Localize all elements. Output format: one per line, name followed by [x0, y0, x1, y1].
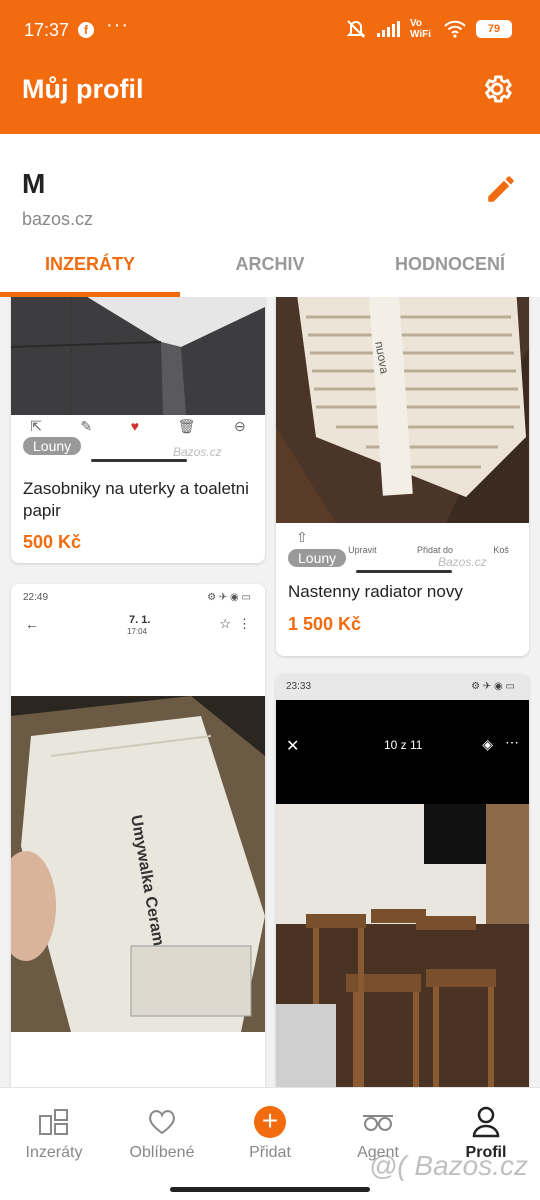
- screenshot-navbar: [91, 459, 187, 462]
- star-icon: ☆: [219, 616, 231, 631]
- bottom-navigation: Inzeráty Oblíbené + Přidat Agent Profil: [0, 1087, 540, 1200]
- photo-time: 22:49: [23, 592, 49, 603]
- nav-oblibene[interactable]: Oblíbené: [108, 1106, 216, 1162]
- listing-photo-screenshot[interactable]: 22:49 ⚙ ✈ ◉ ▭ ← 7. 1. 17:04 ☆ ⋮: [11, 584, 265, 696]
- nav-pridat[interactable]: + Přidat: [216, 1106, 324, 1162]
- photo-watermark: Bazos.cz: [173, 445, 222, 459]
- person-icon: [472, 1106, 500, 1138]
- listing-card[interactable]: ⇱ ✎ ♥ 🗑 ⊖ Louny Bazos.cz Zasobniky na ut…: [11, 297, 265, 563]
- location-badge: Louny: [288, 549, 347, 567]
- listing-title: Zasobniky na uterky a toaletni papir: [23, 479, 249, 520]
- gear-icon[interactable]: [480, 72, 514, 106]
- photo-counter: 10 z 11: [384, 738, 423, 752]
- page-title: Můj profil: [22, 74, 144, 104]
- mute-icon: [346, 20, 366, 38]
- status-bar: 17:37 f ··· Vo WiFi 79: [0, 0, 540, 62]
- nav-inzeraty[interactable]: Inzeráty: [0, 1106, 108, 1162]
- listing-photo[interactable]: [11, 297, 265, 415]
- wifi-icon: [444, 20, 466, 38]
- nav-label: Oblíbené: [129, 1144, 195, 1161]
- profile-site: bazos.cz: [22, 209, 94, 229]
- listing-grid: ⇱ ✎ ♥ 🗑 ⊖ Louny Bazos.cz Zasobniky na ut…: [0, 297, 540, 1087]
- edit-icon[interactable]: ✎: [81, 418, 93, 435]
- glasses-icon: [363, 1115, 393, 1131]
- listing-card[interactable]: 22:49 ⚙ ✈ ◉ ▭ ← 7. 1. 17:04 ☆ ⋮ Umywalka…: [11, 584, 265, 1087]
- share-icon[interactable]: ⇱: [30, 418, 42, 435]
- heart-icon[interactable]: ♥: [131, 418, 139, 434]
- status-icons: Vo WiFi 79: [345, 18, 512, 40]
- pencil-icon[interactable]: [484, 172, 518, 206]
- trash-button-label[interactable]: Koš: [493, 529, 509, 555]
- photo-time: 23:33: [286, 681, 312, 692]
- grid-icon: [39, 1109, 68, 1135]
- battery-indicator: 79: [476, 20, 512, 38]
- edit-button-label[interactable]: Upravit: [348, 529, 377, 555]
- site-watermark: @( Bazos.cz: [368, 1150, 528, 1181]
- listing-photo[interactable]: Umywalka Ceramiczna: [11, 696, 265, 1032]
- close-icon: ✕: [286, 738, 300, 755]
- listing-price: 1 500 Kč: [288, 614, 362, 634]
- home-indicator[interactable]: [170, 1187, 370, 1192]
- photo-status-icons: ⚙ ✈ ◉ ▭: [471, 681, 515, 692]
- remove-icon[interactable]: ⊖: [234, 418, 246, 435]
- photo-watermark: Bazos.cz: [438, 555, 487, 569]
- listing-photo[interactable]: nuova: [276, 297, 529, 523]
- listing-title: Nastenny radiator novy: [288, 582, 463, 601]
- tab-bar: INZERÁTY ARCHIV HODNOCENÍ: [0, 242, 540, 297]
- facebook-icon: f: [78, 22, 94, 38]
- photo-date: 7. 1.: [129, 614, 151, 626]
- plus-icon: +: [254, 1106, 286, 1138]
- vowifi-label: Vo WiFi: [410, 18, 432, 40]
- app-header: 17:37 f ··· Vo WiFi 79 Můj profil: [0, 0, 540, 134]
- more-icon: ⋯: [505, 734, 519, 750]
- screenshot-navbar: [356, 570, 452, 573]
- add-to-button-label[interactable]: Přidat do: [417, 529, 453, 555]
- more-icon: ⋮: [238, 616, 251, 631]
- tab-archiv[interactable]: ARCHIV: [180, 254, 360, 275]
- back-arrow-icon: ←: [25, 616, 39, 632]
- nav-label: Inzeráty: [25, 1144, 83, 1161]
- tag-icon: ◈: [482, 736, 493, 752]
- listing-price: 500 Kč: [23, 532, 82, 552]
- profile-name: M: [22, 168, 46, 199]
- location-badge: Louny: [23, 437, 82, 455]
- heart-icon: [149, 1110, 175, 1135]
- trash-icon[interactable]: 🗑: [178, 418, 196, 435]
- listing-photo[interactable]: [276, 804, 529, 1087]
- photo-viewer-header: ✕ 10 z 11 ◈ ⋯: [276, 700, 529, 804]
- tab-hodnoceni[interactable]: HODNOCENÍ: [360, 254, 540, 275]
- photo-status-icons: ⚙ ✈ ◉ ▭: [207, 592, 251, 603]
- status-time: 17:37: [24, 20, 70, 40]
- listing-card[interactable]: 23:33 ⚙ ✈ ◉ ▭ ✕ 10 z 11 ◈ ⋯: [276, 674, 529, 1087]
- share-icon[interactable]: ⇧: [296, 529, 308, 546]
- photo-hour: 17:04: [127, 627, 148, 636]
- signal-icon: [377, 21, 400, 37]
- tab-inzeraty[interactable]: INZERÁTY: [0, 254, 180, 275]
- listing-card[interactable]: nuova ⇧ Upravit Přidat do Koš Louny Bazo…: [276, 297, 529, 656]
- photo-statusbar: 23:33 ⚙ ✈ ◉ ▭: [276, 674, 529, 700]
- nav-label: Přidat: [249, 1144, 291, 1161]
- more-notifications-icon: ···: [106, 14, 129, 36]
- profile-section: M bazos.cz INZERÁTY ARCHIV HODNOCENÍ: [0, 134, 540, 297]
